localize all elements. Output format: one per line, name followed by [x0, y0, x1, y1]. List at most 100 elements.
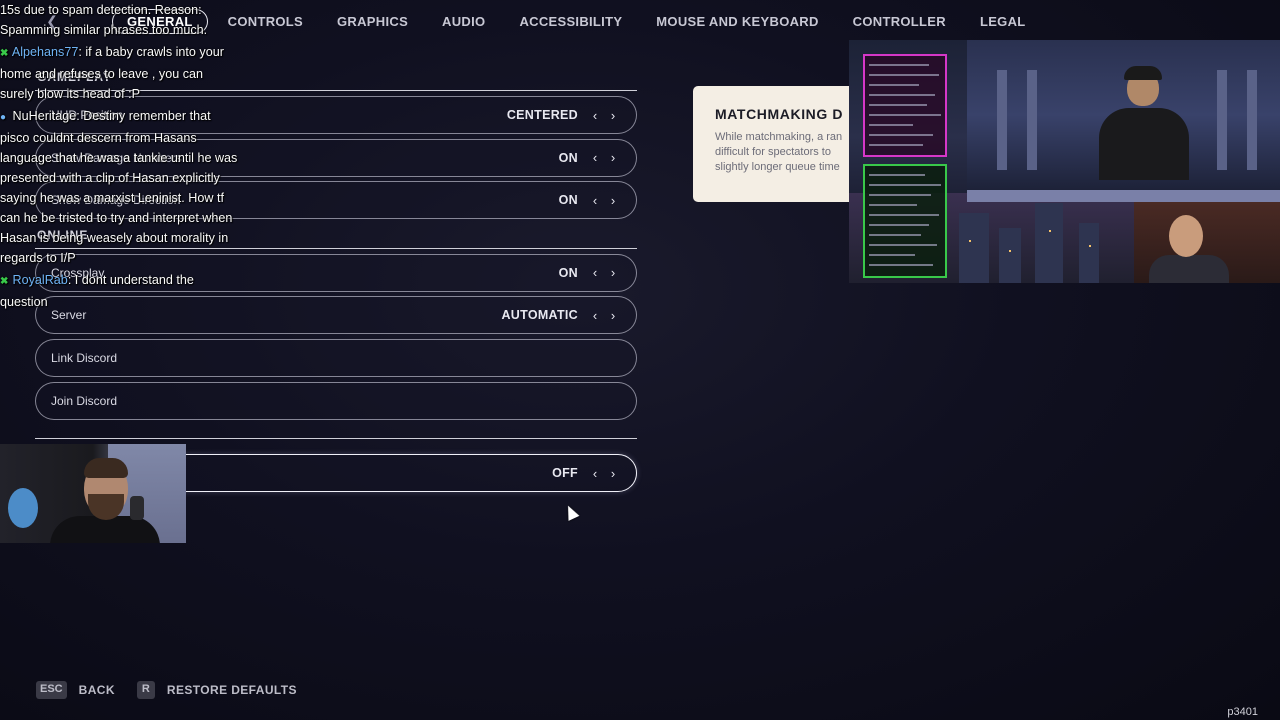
webcam-video	[0, 444, 186, 543]
chat-line	[869, 124, 913, 126]
esc-key-icon: ESC	[36, 681, 67, 699]
streamer-body	[1099, 108, 1189, 180]
chat-line	[869, 194, 931, 196]
info-card: MATCHMAKING D While matchmaking, a ran d…	[693, 86, 863, 202]
chat-line	[869, 224, 929, 226]
chat-line	[869, 174, 925, 176]
watermark-label: p3401	[1227, 706, 1258, 718]
info-line: While matchmaking, a ran	[715, 131, 843, 143]
button-label: Join Discord	[51, 393, 118, 408]
chat-text: : Destiny remember that pisco couldnt de…	[0, 109, 238, 265]
stream-chat-panel	[863, 54, 947, 280]
chat-text: 15s due to spam detection. Reason: Spamm…	[0, 3, 208, 37]
pillar-shape	[1027, 70, 1037, 170]
setting-value: ON	[558, 265, 578, 280]
chat-line	[869, 214, 939, 216]
chat-line	[869, 254, 915, 256]
stream-chat-box	[863, 164, 947, 278]
chat-line	[869, 114, 941, 116]
chat-line	[869, 184, 941, 186]
chat-username: NuHeritage	[12, 109, 77, 123]
chat-line	[869, 244, 937, 246]
badge-icon: ✖	[0, 48, 9, 59]
chat-line	[869, 64, 929, 66]
info-line: difficult for spectators to	[715, 146, 831, 158]
pillar-shape	[1247, 70, 1257, 170]
footer-actions: ESC BACK R RESTORE DEFAULTS	[36, 681, 319, 699]
setting-value: ON	[558, 150, 578, 165]
setting-value: OFF	[552, 466, 578, 481]
chat-message: ● NuHeritage: Destiny remember that pisc…	[0, 106, 238, 268]
link-discord-button[interactable]: Link Discord	[35, 338, 637, 377]
chevron-right-icon[interactable]: ›	[604, 108, 622, 123]
city-light	[969, 240, 971, 242]
tab-legal[interactable]: LEGAL	[966, 10, 1040, 33]
chat-line	[869, 74, 939, 76]
pillar-shape	[1217, 70, 1227, 170]
person-hair	[84, 458, 128, 478]
chat-overlay: 15s due to spam detection. Reason: Spamm…	[0, 0, 238, 314]
restore-defaults-button[interactable]: RESTORE DEFAULTS	[167, 683, 297, 697]
city-light	[1009, 250, 1011, 252]
tab-graphics[interactable]: GRAPHICS	[323, 10, 422, 33]
chevron-left-icon[interactable]: ‹	[586, 466, 604, 481]
chevron-left-icon[interactable]: ‹	[586, 308, 604, 323]
cap-shape	[1124, 66, 1162, 80]
microphone-icon	[130, 496, 144, 520]
setting-value: ON	[558, 193, 578, 208]
info-title: MATCHMAKING D	[715, 106, 844, 122]
guest-head	[1169, 215, 1203, 257]
chat-line	[869, 234, 921, 236]
setting-value: CENTERED	[506, 108, 578, 122]
desk-shape	[967, 190, 1280, 202]
section-divider	[35, 438, 637, 440]
chevron-right-icon[interactable]: ›	[604, 265, 622, 280]
person-shirt	[50, 516, 160, 543]
chat-message: ✖ Alpehans77: if a baby crawls into your…	[0, 42, 238, 104]
setting-value: AUTOMATIC	[501, 308, 578, 323]
tab-audio[interactable]: AUDIO	[428, 10, 499, 33]
tab-accessibility[interactable]: ACCESSIBILITY	[505, 10, 636, 33]
join-discord-button[interactable]: Join Discord	[35, 381, 637, 420]
chevron-right-icon[interactable]: ›	[604, 308, 622, 323]
chat-line	[869, 134, 933, 136]
chevron-left-icon[interactable]: ‹	[586, 265, 604, 280]
chat-line	[869, 84, 919, 86]
guest-body	[1149, 255, 1229, 283]
city-light	[1049, 230, 1051, 232]
building-shape	[959, 213, 989, 283]
chat-line	[869, 104, 927, 106]
building-shape	[1079, 223, 1099, 283]
tab-controller[interactable]: CONTROLLER	[839, 10, 960, 33]
figurine-shape	[8, 488, 38, 528]
pillar-shape	[997, 70, 1007, 170]
chat-message: 15s due to spam detection. Reason: Spamm…	[0, 0, 238, 40]
city-light	[1089, 245, 1091, 247]
chevron-right-icon[interactable]: ›	[604, 150, 622, 165]
chevron-left-icon[interactable]: ‹	[586, 193, 604, 208]
badge-icon: ✖	[0, 276, 9, 287]
badge-icon: ●	[0, 112, 7, 123]
stream-chat-box	[863, 54, 947, 157]
chat-username: Alpehans77	[11, 45, 79, 59]
chat-line	[869, 94, 935, 96]
chevron-right-icon[interactable]: ›	[604, 466, 622, 481]
chevron-left-icon[interactable]: ‹	[586, 150, 604, 165]
chat-line	[869, 204, 917, 206]
chevron-left-icon[interactable]: ‹	[586, 108, 604, 123]
info-line: slightly longer queue time	[715, 161, 840, 173]
chevron-right-icon[interactable]: ›	[604, 193, 622, 208]
chat-message: ✖ RoyalRab: I dont understand the questi…	[0, 270, 238, 312]
streamer-figure	[1099, 66, 1189, 180]
r-key-icon: R	[136, 681, 155, 699]
building-shape	[1035, 203, 1063, 283]
mouse-cursor-icon	[562, 503, 580, 521]
chat-line	[869, 264, 933, 266]
tab-mouse-and-keyboard[interactable]: MOUSE AND KEYBOARD	[642, 10, 832, 33]
back-button[interactable]: BACK	[79, 683, 115, 697]
stream-video-overlay	[849, 40, 1280, 283]
button-label: Link Discord	[51, 350, 118, 365]
chat-line	[869, 144, 923, 146]
chat-username: RoyalRab	[12, 273, 68, 287]
building-shape	[999, 228, 1021, 283]
